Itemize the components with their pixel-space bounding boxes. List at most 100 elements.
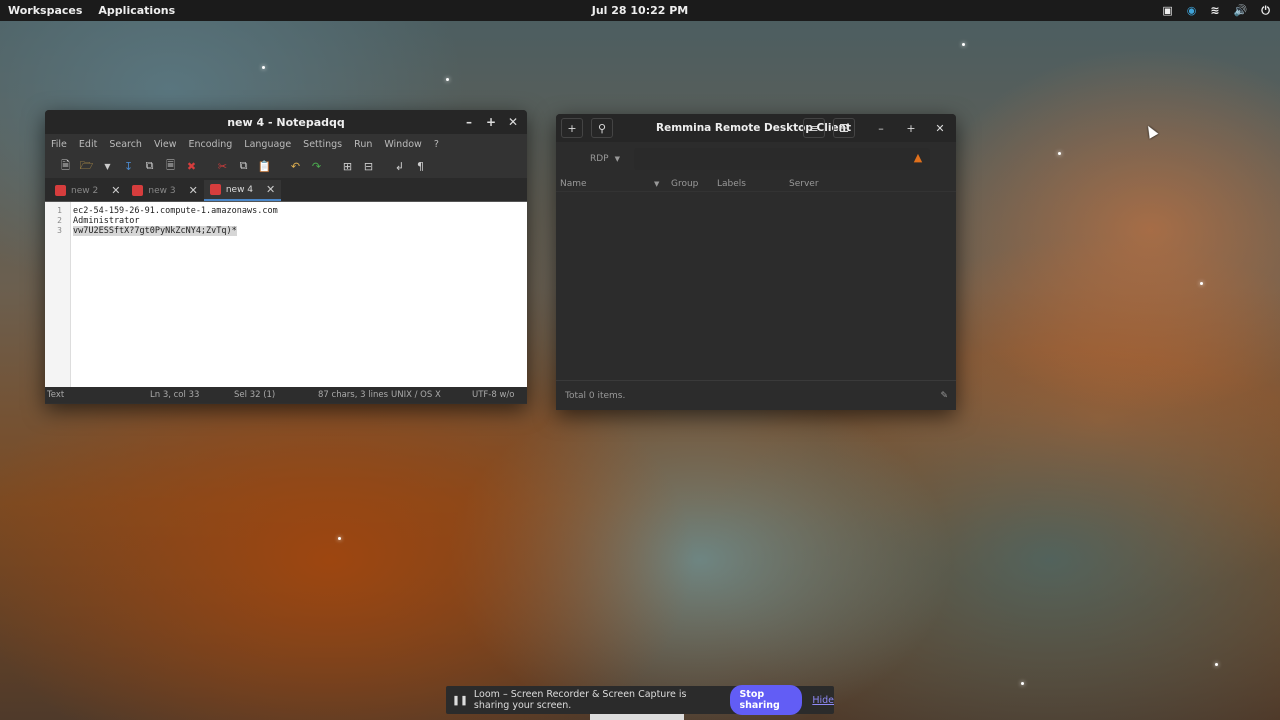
undo-icon[interactable]: ↶ (287, 158, 304, 175)
maximize-button[interactable]: + (483, 115, 499, 129)
menu-icon[interactable]: ☰ (833, 118, 855, 138)
column-labels[interactable]: Labels (717, 179, 746, 189)
pause-icon[interactable]: ❚❚ (452, 695, 468, 706)
copy-icon[interactable]: ⧉ (235, 158, 252, 175)
tab-new-4[interactable]: new 4 ✕ (203, 180, 282, 201)
paste-icon[interactable]: 📋 (256, 158, 273, 175)
status-bar: Text Ln 3, col 33 Sel 32 (1) 87 chars, 3… (45, 387, 527, 403)
status-position: Ln 3, col 33 (150, 390, 200, 400)
menu-run[interactable]: Run (348, 139, 378, 150)
add-connection-button[interactable]: + (561, 118, 583, 138)
unsaved-file-icon (209, 184, 221, 195)
menu-help[interactable]: ? (428, 139, 445, 150)
menu-search[interactable]: Search (103, 139, 148, 150)
line-number: 1 (57, 206, 62, 215)
tab-label: new 2 (71, 185, 99, 196)
close-button[interactable]: ✕ (505, 115, 521, 129)
column-name[interactable]: Name (560, 179, 587, 189)
sort-icon: ▼ (654, 179, 660, 188)
status-selection: Sel 32 (1) (234, 390, 276, 400)
menu-file[interactable]: File (45, 139, 73, 150)
tab-bar: new 2 ✕ new 3 ✕ new 4 ✕ (45, 178, 527, 201)
stop-sharing-button[interactable]: Stop sharing (730, 685, 803, 715)
tab-label: new 3 (148, 185, 176, 196)
view-toggle-icon[interactable]: ≡ (803, 118, 825, 138)
show-all-chars-icon[interactable]: ¶ (412, 158, 429, 175)
connection-list[interactable] (556, 192, 956, 380)
app-indicator-icon[interactable]: ◉ (1187, 4, 1197, 17)
column-group[interactable]: Group (671, 179, 698, 189)
mouse-cursor (1143, 123, 1159, 139)
tab-new-2[interactable]: new 2 ✕ (49, 180, 126, 201)
clock[interactable]: Jul 28 10:22 PM (592, 4, 689, 17)
volume-icon[interactable]: 🔊 (1234, 4, 1248, 17)
zoom-out-icon[interactable]: ⊟ (360, 158, 377, 175)
zoom-in-icon[interactable]: ⊞ (339, 158, 356, 175)
menu-edit[interactable]: Edit (73, 139, 103, 150)
star (1058, 152, 1061, 155)
selected-text[interactable]: vw7U2ESSftX?7gt0PyNkZcNY4;ZvTq)* (73, 226, 237, 236)
star (446, 78, 449, 81)
code-line[interactable]: Administrator (73, 216, 278, 226)
editor[interactable]: 1 2 3 ec2-54-159-26-91.compute-1.amazona… (45, 201, 527, 387)
close-button[interactable]: ✕ (929, 118, 951, 138)
column-server[interactable]: Server (789, 179, 819, 189)
hide-link[interactable]: Hide (812, 695, 834, 706)
notepadqq-titlebar[interactable]: new 4 - Notepadqq – + ✕ (45, 110, 527, 134)
applications-button[interactable]: Applications (90, 4, 183, 17)
line-number-gutter: 1 2 3 (45, 202, 71, 387)
status-language[interactable]: Text (47, 390, 64, 400)
close-icon[interactable]: ✕ (189, 184, 198, 197)
column-headers: Name ▼ Group Labels Server (556, 176, 956, 192)
code-area[interactable]: ec2-54-159-26-91.compute-1.amazonaws.com… (71, 202, 278, 387)
menu-view[interactable]: View (148, 139, 183, 150)
quick-connect-input[interactable] (634, 148, 930, 170)
line-number: 3 (57, 226, 62, 235)
display-icon[interactable]: ▣ (1162, 4, 1172, 17)
menu-window[interactable]: Window (378, 139, 427, 150)
star (262, 66, 265, 69)
minimize-button[interactable]: – (461, 115, 477, 129)
save-all-icon[interactable]: ⧉ (141, 158, 158, 175)
chevron-down-icon[interactable]: ▼ (99, 158, 116, 175)
redo-icon[interactable]: ↷ (308, 158, 325, 175)
word-wrap-icon[interactable]: ↲ (391, 158, 408, 175)
close-icon[interactable]: ✕ (111, 184, 120, 197)
save-icon[interactable]: ↧ (120, 158, 137, 175)
power-icon[interactable]: ⏻ (1261, 4, 1270, 18)
menu-encoding[interactable]: Encoding (183, 139, 239, 150)
open-folder-icon[interactable]: 🗁 (78, 158, 95, 175)
window-title: new 4 - Notepadqq (227, 115, 345, 129)
workspaces-button[interactable]: Workspaces (0, 4, 90, 17)
status-eol[interactable]: UNIX / OS X (391, 390, 441, 400)
close-all-icon[interactable]: ✖ (183, 158, 200, 175)
close-file-icon[interactable]: 🗏 (162, 158, 179, 175)
status-encoding[interactable]: UTF-8 w/o (472, 390, 515, 400)
top-panel: Workspaces Applications Jul 28 10:22 PM … (0, 0, 1280, 21)
menu-bar: File Edit Search View Encoding Language … (45, 134, 527, 154)
code-line[interactable]: ec2-54-159-26-91.compute-1.amazonaws.com (73, 206, 278, 216)
status-bar: Total 0 items. ✎ (556, 380, 956, 410)
protocol-value: RDP (590, 154, 609, 164)
search-icon[interactable]: ⚲ (591, 118, 613, 138)
tab-new-3[interactable]: new 3 ✕ (126, 180, 203, 201)
notepadqq-window: new 4 - Notepadqq – + ✕ File Edit Search… (45, 110, 527, 404)
toolbar: 🗎 🗁 ▼ ↧ ⧉ 🗏 ✖ ✂ ⧉ 📋 ↶ ↷ ⊞ ⊟ ↲ ¶ (45, 154, 527, 178)
chevron-down-icon: ▼ (614, 155, 621, 163)
item-count: Total 0 items. (565, 390, 626, 401)
cut-icon[interactable]: ✂ (214, 158, 231, 175)
edit-icon[interactable]: ✎ (940, 391, 948, 401)
connect-icon[interactable]: ▲ (911, 151, 925, 165)
protocol-select[interactable]: RDP ▼ (590, 150, 628, 168)
wifi-icon[interactable]: ≋ (1210, 4, 1219, 17)
menu-settings[interactable]: Settings (297, 139, 348, 150)
remmina-headerbar[interactable]: + ⚲ Remmina Remote Desktop Client ≡ ☰ – … (556, 114, 956, 142)
star (338, 537, 341, 540)
close-icon[interactable]: ✕ (266, 183, 275, 196)
unsaved-file-icon (55, 185, 66, 196)
new-file-icon[interactable]: 🗎 (57, 158, 74, 175)
unsaved-file-icon (132, 185, 144, 196)
minimize-button[interactable]: – (870, 118, 892, 138)
maximize-button[interactable]: + (900, 118, 922, 138)
menu-language[interactable]: Language (238, 139, 297, 150)
